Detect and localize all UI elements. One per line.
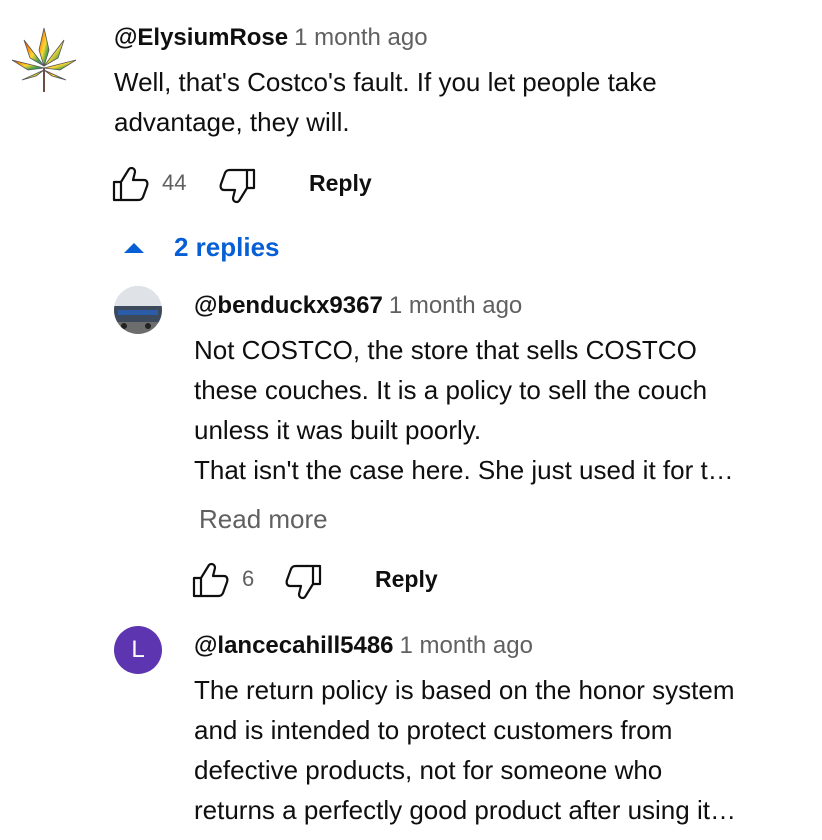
avatar[interactable]: L bbox=[114, 626, 162, 674]
reply-author[interactable]: @benduckx9367 1 month ago bbox=[194, 292, 522, 320]
read-more-link[interactable]: Read more bbox=[199, 504, 328, 535]
reply-button[interactable]: Reply bbox=[375, 566, 438, 593]
comment-text: Well, that's Costco's fault. If you let … bbox=[114, 62, 657, 142]
chevron-up-icon bbox=[124, 242, 144, 253]
reply-line: returns a perfectly good product after u… bbox=[194, 795, 736, 825]
reply-line: That isn't the case here. She just used … bbox=[194, 455, 734, 485]
reply-line: The return policy is based on the honor … bbox=[194, 675, 735, 705]
boat-photo-icon bbox=[114, 286, 162, 334]
reply-line: unless it was built poorly. bbox=[194, 415, 482, 445]
comment-timestamp[interactable]: 1 month ago bbox=[389, 292, 522, 319]
reply-line: and is intended to protect customers fro… bbox=[194, 715, 673, 745]
thumbs-down-icon[interactable] bbox=[284, 562, 324, 602]
like-count: 6 bbox=[242, 566, 255, 591]
like-count: 44 bbox=[162, 170, 187, 195]
reply-line: Not COSTCO, the store that sells COSTCO bbox=[194, 335, 697, 365]
thumbs-down-icon[interactable] bbox=[218, 166, 258, 206]
author-handle[interactable]: @benduckx9367 bbox=[194, 292, 383, 319]
reply-line: defective products, not for someone who bbox=[194, 755, 663, 785]
thumbs-up-icon[interactable] bbox=[190, 560, 230, 600]
comment-line: advantage, they will. bbox=[114, 107, 350, 137]
comment-author[interactable]: @ElysiumRose 1 month ago bbox=[114, 24, 428, 52]
comment-line: Well, that's Costco's fault. If you let … bbox=[114, 67, 657, 97]
thumbs-up-icon[interactable] bbox=[110, 164, 150, 204]
replies-count-label: 2 replies bbox=[174, 232, 280, 262]
replies-toggle-button[interactable]: 2 replies bbox=[124, 232, 280, 263]
author-handle[interactable]: @lancecahill5486 bbox=[194, 632, 394, 659]
reply-text: The return policy is based on the honor … bbox=[194, 670, 736, 830]
avatar[interactable] bbox=[114, 286, 162, 334]
cannabis-leaf-icon bbox=[11, 27, 77, 92]
avatar-letter: L bbox=[131, 636, 145, 663]
reply-text: Not COSTCO, the store that sells COSTCO … bbox=[194, 330, 734, 490]
comment-timestamp[interactable]: 1 month ago bbox=[400, 632, 533, 659]
author-handle[interactable]: @ElysiumRose bbox=[114, 24, 288, 51]
comment-timestamp[interactable]: 1 month ago bbox=[294, 24, 427, 51]
reply-author[interactable]: @lancecahill5486 1 month ago bbox=[194, 632, 533, 660]
avatar[interactable] bbox=[6, 22, 82, 98]
reply-line: these couches. It is a policy to sell th… bbox=[194, 375, 708, 405]
reply-button[interactable]: Reply bbox=[309, 170, 372, 197]
